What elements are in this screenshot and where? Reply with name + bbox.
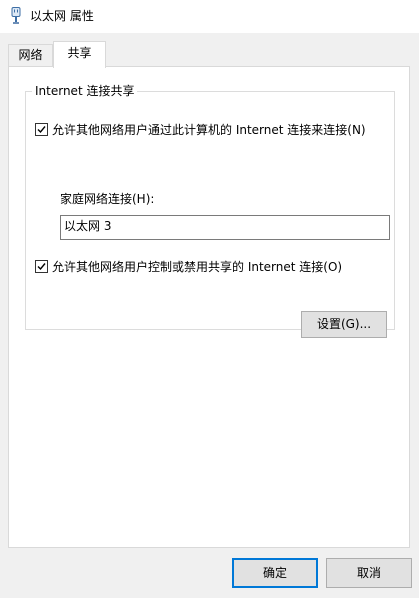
allow-share-checkbox[interactable] [35,123,48,136]
tab-strip: 网络 共享 [8,41,410,68]
group-title: Internet 连接共享 [32,83,138,99]
allow-control-label[interactable]: 允许其他网络用户控制或禁用共享的 Internet 连接(O) [52,258,342,276]
cancel-button[interactable]: 取消 [326,558,412,588]
internet-connection-sharing-group: Internet 连接共享 允许其他网络用户通过此计算机的 Internet 连… [25,83,395,338]
allow-control-checkbox[interactable] [35,260,48,273]
home-network-label: 家庭网络连接(H): [60,192,155,206]
sharing-panel: Internet 连接共享 允许其他网络用户通过此计算机的 Internet 连… [8,66,410,548]
tab-sharing[interactable]: 共享 [53,41,106,68]
properties-dialog: 以太网 属性 网络 共享 Internet 连接共享 允许其他网络用户通过此计算… [0,0,419,598]
window-title: 以太网 属性 [30,9,94,23]
allow-share-label[interactable]: 允许其他网络用户通过此计算机的 Internet 连接来连接(N) [52,121,366,139]
ethernet-adapter-icon [10,7,22,25]
tab-network[interactable]: 网络 [8,44,53,67]
ok-button[interactable]: 确定 [232,558,318,588]
home-network-field[interactable]: 以太网 3 [60,215,390,240]
settings-button[interactable]: 设置(G)... [301,311,387,338]
title-bar[interactable]: 以太网 属性 [0,0,419,33]
